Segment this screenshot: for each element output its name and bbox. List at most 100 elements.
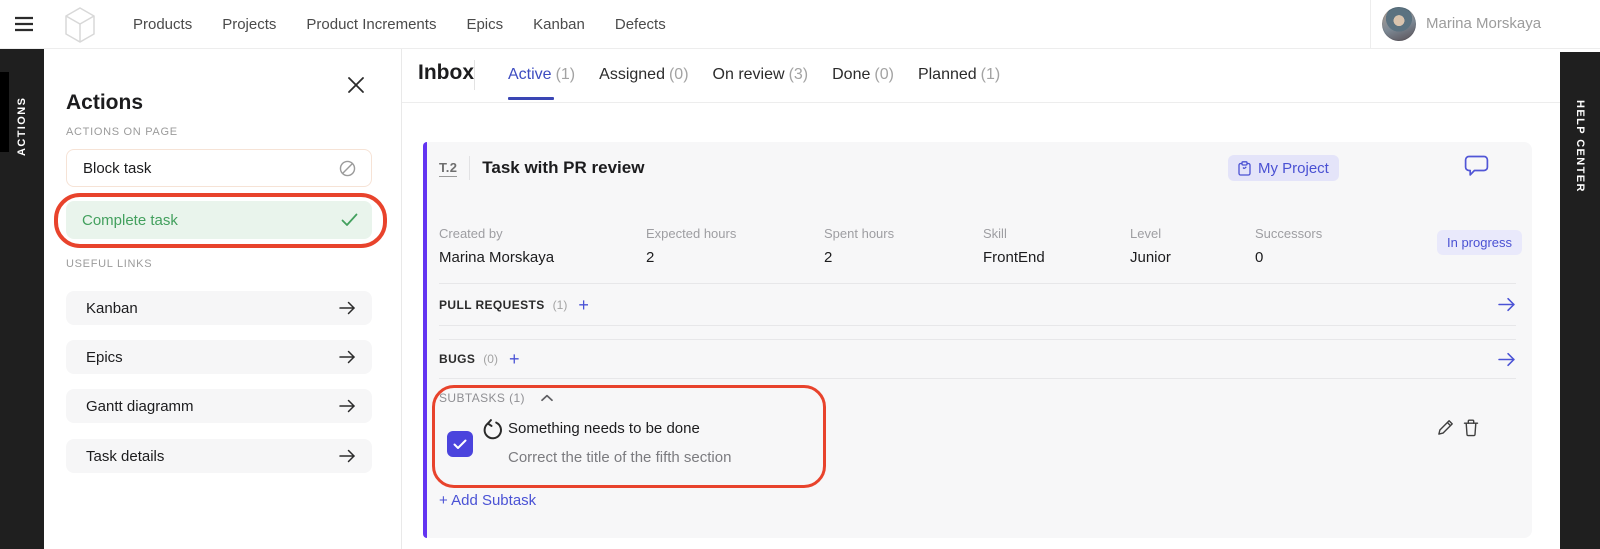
task-card-header: T.2 Task with PR review <box>439 156 644 180</box>
link-kanban-label: Kanban <box>86 300 138 317</box>
link-kanban[interactable]: Kanban <box>66 291 372 325</box>
nav-item-epics[interactable]: Epics <box>466 16 503 33</box>
actions-on-page-label: ACTIONS ON PAGE <box>66 126 178 138</box>
actions-rail[interactable]: ACTIONS <box>0 48 44 549</box>
nav-item-defects[interactable]: Defects <box>615 16 666 33</box>
inbox-header: Inbox Active (1) Assigned (0) On review … <box>402 48 1560 103</box>
field-skill: Skill FrontEnd <box>983 226 1045 266</box>
pull-requests-arrow-icon[interactable] <box>1498 297 1516 312</box>
arrow-right-icon <box>339 449 356 463</box>
main-content: Inbox Active (1) Assigned (0) On review … <box>402 48 1560 549</box>
subtasks-label: SUBTASKS (1) <box>439 391 525 405</box>
actions-panel: Actions ACTIONS ON PAGE Block task Compl… <box>44 48 402 549</box>
field-value: FrontEnd <box>983 249 1045 266</box>
tab-on-review-label: On review <box>713 66 785 84</box>
task-id-link[interactable]: T.2 <box>439 160 457 177</box>
subtasks-header: SUBTASKS (1) <box>439 391 553 405</box>
help-center-rail[interactable]: HELP CENTER <box>1560 52 1600 549</box>
subtask-checkbox-checked[interactable] <box>447 431 473 457</box>
status-badge: In progress <box>1437 230 1522 255</box>
check-icon <box>341 213 358 227</box>
clipboard-icon <box>1238 161 1251 176</box>
complete-task-button[interactable]: Complete task <box>66 201 372 239</box>
close-icon[interactable] <box>347 76 365 94</box>
arrow-right-icon <box>339 399 356 413</box>
field-label: Successors <box>1255 226 1322 241</box>
actions-rail-label: ACTIONS <box>0 70 44 182</box>
tab-planned-label: Planned <box>918 66 977 84</box>
tab-done-count: (0) <box>874 66 894 84</box>
nav-item-kanban[interactable]: Kanban <box>533 16 585 33</box>
trash-icon[interactable] <box>1463 419 1479 437</box>
field-value: 2 <box>824 249 894 266</box>
project-badge-label: My Project <box>1258 160 1329 177</box>
tab-active[interactable]: Active (1) <box>508 48 575 102</box>
block-icon <box>338 159 357 178</box>
field-value: Junior <box>1130 249 1171 266</box>
tab-done-label: Done <box>832 66 870 84</box>
field-level: Level Junior <box>1130 226 1171 266</box>
actions-panel-title: Actions <box>66 91 143 115</box>
header-divider <box>474 60 475 90</box>
task-card: T.2 Task with PR review My Project <box>423 142 1532 538</box>
link-task-details[interactable]: Task details <box>66 439 372 473</box>
link-epics[interactable]: Epics <box>66 340 372 374</box>
app-logo-cube-icon[interactable] <box>60 4 100 44</box>
tab-assigned-count: (0) <box>669 66 689 84</box>
link-gantt-label: Gantt diagramm <box>86 398 194 415</box>
field-label: Created by <box>439 226 554 241</box>
hamburger-menu-icon[interactable] <box>14 16 34 32</box>
complete-task-label: Complete task <box>82 212 178 229</box>
task-accent-bar <box>423 142 427 538</box>
add-subtask-link[interactable]: + Add Subtask <box>439 492 536 509</box>
page-title: Inbox <box>418 61 474 85</box>
top-navigation: Products Projects Product Increments Epi… <box>133 0 666 48</box>
pull-requests-label: PULL REQUESTS <box>439 298 545 312</box>
field-value: 2 <box>646 249 736 266</box>
block-task-label: Block task <box>83 160 151 177</box>
subtask-subtitle: Correct the title of the fifth section <box>508 449 731 466</box>
refresh-icon <box>482 419 503 441</box>
chevron-up-icon[interactable] <box>541 394 553 402</box>
app-screen: Products Projects Product Increments Epi… <box>0 0 1600 549</box>
user-avatar[interactable] <box>1382 7 1416 41</box>
tab-on-review[interactable]: On review (3) <box>713 48 809 102</box>
inbox-tabs: Active (1) Assigned (0) On review (3) Do… <box>508 48 1000 102</box>
nav-item-projects[interactable]: Projects <box>222 16 276 33</box>
add-pull-request-button[interactable]: + <box>578 296 589 314</box>
subtask-title: Something needs to be done <box>508 420 700 437</box>
bugs-count: (0) <box>483 352 498 366</box>
field-successors: Successors 0 <box>1255 226 1322 266</box>
nav-item-product-increments[interactable]: Product Increments <box>306 16 436 33</box>
add-bug-button[interactable]: + <box>509 350 520 368</box>
tab-assigned-label: Assigned <box>599 66 665 84</box>
field-label: Expected hours <box>646 226 736 241</box>
link-gantt-diagramm[interactable]: Gantt diagramm <box>66 389 372 423</box>
field-created-by: Created by Marina Morskaya <box>439 226 554 266</box>
link-epics-label: Epics <box>86 349 123 366</box>
field-value: Marina Morskaya <box>439 249 554 266</box>
task-header-divider <box>469 156 470 180</box>
bugs-row: BUGS (0) + <box>439 339 1516 379</box>
link-task-details-label: Task details <box>86 448 164 465</box>
tab-planned-count: (1) <box>981 66 1001 84</box>
tab-on-review-count: (3) <box>789 66 809 84</box>
comment-icon[interactable] <box>1463 153 1490 179</box>
tab-assigned[interactable]: Assigned (0) <box>599 48 688 102</box>
pull-requests-count: (1) <box>553 298 568 312</box>
nav-item-products[interactable]: Products <box>133 16 192 33</box>
tab-active-count: (1) <box>556 66 576 84</box>
block-task-button[interactable]: Block task <box>66 149 372 187</box>
bugs-arrow-icon[interactable] <box>1498 352 1516 367</box>
project-badge[interactable]: My Project <box>1228 155 1339 181</box>
field-label: Spent hours <box>824 226 894 241</box>
tab-done[interactable]: Done (0) <box>832 48 894 102</box>
field-label: Skill <box>983 226 1045 241</box>
help-center-rail-label: HELP CENTER <box>1560 76 1600 216</box>
tab-planned[interactable]: Planned (1) <box>918 48 1000 102</box>
field-spent-hours: Spent hours 2 <box>824 226 894 266</box>
edit-pencil-icon[interactable] <box>1437 419 1454 437</box>
arrow-right-icon <box>339 301 356 315</box>
topbar-divider <box>1370 0 1371 48</box>
task-title: Task with PR review <box>482 158 644 178</box>
